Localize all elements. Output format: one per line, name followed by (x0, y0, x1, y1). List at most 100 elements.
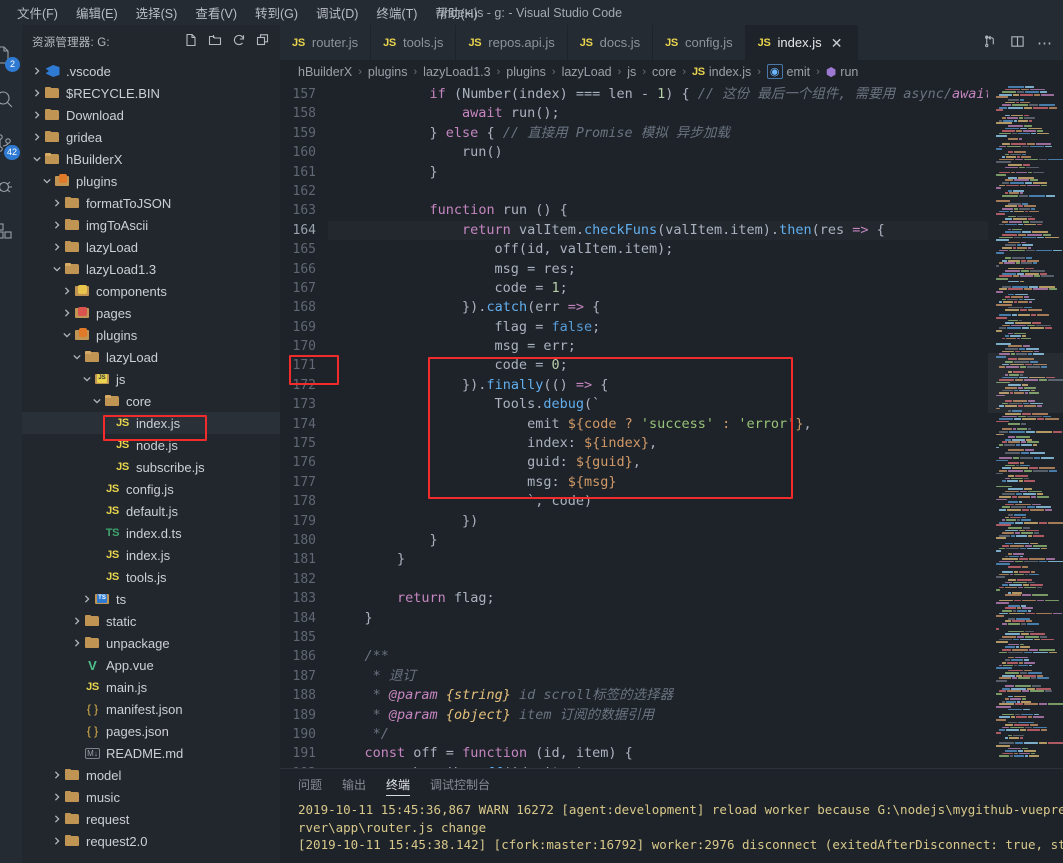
breadcrumb[interactable]: hBuilderX › plugins › lazyLoad1.3 › plugins › la… (280, 60, 1063, 83)
tree-item-.vscode[interactable]: .vscode (22, 60, 280, 82)
tree-item-download[interactable]: Download (22, 104, 280, 126)
editor-tab-config-js[interactable]: JS config.js (653, 25, 746, 60)
activity-source-control-icon[interactable]: 42 (0, 121, 22, 165)
code-line-191[interactable]: const off = function (id, item) { (328, 744, 988, 763)
panel-tab-3[interactable]: 调试控制台 (430, 769, 490, 799)
activity-search-icon[interactable] (0, 77, 22, 121)
code-line-170[interactable]: msg = err; (328, 337, 988, 356)
tree-item-plugins[interactable]: plugins (22, 170, 280, 192)
tree-item-static[interactable]: static (22, 610, 280, 632)
code-line-163[interactable]: function run () { (328, 201, 988, 220)
tree-item-pages[interactable]: pages (22, 302, 280, 324)
breadcrumb-item-hBuilderX[interactable]: hBuilderX (298, 65, 352, 79)
chevron-right-icon[interactable] (50, 808, 63, 830)
code-content[interactable]: if (Number(index) === len - 1) { // 这份 最… (328, 83, 988, 768)
code-line-166[interactable]: msg = res; (328, 260, 988, 279)
code-line-190[interactable]: */ (328, 725, 988, 744)
tree-item-manifest.json[interactable]: { } manifest.json (22, 698, 280, 720)
refresh-icon[interactable] (232, 33, 246, 50)
code-line-175[interactable]: index: ${index}, (328, 434, 988, 453)
code-line-171[interactable]: code = 0; (328, 356, 988, 375)
tree-item-request2.0[interactable]: request2.0 (22, 830, 280, 852)
tree-item-node.js[interactable]: JS node.js (22, 434, 280, 456)
tree-item-lazyload[interactable]: lazyLoad (22, 346, 280, 368)
breadcrumb-item-lazyLoad[interactable]: lazyLoad (562, 65, 612, 79)
panel-tab-0[interactable]: 问题 (298, 769, 322, 799)
code-line-162[interactable] (328, 182, 988, 201)
tree-item-subscribe.js[interactable]: JS subscribe.js (22, 456, 280, 478)
chevron-right-icon[interactable] (50, 192, 63, 214)
tree-item-ts[interactable]: ts (22, 588, 280, 610)
code-line-172[interactable]: }).finally(() => { (328, 376, 988, 395)
chevron-right-icon[interactable] (60, 302, 73, 324)
tree-item-imgtoascii[interactable]: imgToAscii (22, 214, 280, 236)
code-line-174[interactable]: emit ${code ? 'success' : 'error'}, (328, 415, 988, 434)
code-line-159[interactable]: } else { // 直接用 Promise 模拟 异步加载 (328, 124, 988, 143)
minimap[interactable] (988, 83, 1063, 768)
menu-item-2[interactable]: 选择(S) (127, 0, 187, 25)
menu-item-0[interactable]: 文件(F) (8, 0, 67, 25)
code-line-157[interactable]: if (Number(index) === len - 1) { // 这份 最… (328, 85, 988, 104)
panel-tab-1[interactable]: 输出 (342, 769, 366, 799)
tree-item--recycle.bin[interactable]: $RECYCLE.BIN (22, 82, 280, 104)
code-line-179[interactable]: }) (328, 512, 988, 531)
new-file-icon[interactable] (184, 33, 198, 50)
chevron-down-icon[interactable] (30, 148, 43, 170)
code-line-187[interactable]: * 退订 (328, 667, 988, 686)
tree-item-default.js[interactable]: JS default.js (22, 500, 280, 522)
tree-item-model[interactable]: model (22, 764, 280, 786)
code-line-173[interactable]: Tools.debug(` (328, 395, 988, 414)
editor-tab-docs-js[interactable]: JS docs.js (567, 25, 654, 60)
breadcrumb-item-run[interactable]: ⬢ run (826, 65, 859, 79)
code-line-165[interactable]: off(id, valItem.item); (328, 240, 988, 259)
chevron-right-icon[interactable] (30, 126, 43, 148)
code-line-184[interactable]: } (328, 609, 988, 628)
chevron-right-icon[interactable] (60, 280, 73, 302)
tree-item-hbuilderx[interactable]: hBuilderX (22, 148, 280, 170)
tree-item-pages.json[interactable]: { } pages.json (22, 720, 280, 742)
code-line-169[interactable]: flag = false; (328, 318, 988, 337)
minimap-slider[interactable] (988, 353, 1063, 413)
split-editor-right-icon[interactable] (1010, 34, 1025, 52)
code-line-192[interactable]: subscribe.off(id, item); (328, 764, 988, 768)
code-editor[interactable]: 157 158 159 160 161 162 163 164 165 166 167 168 169 1… (280, 83, 1063, 768)
chevron-right-icon[interactable] (30, 82, 43, 104)
code-line-158[interactable]: await run(); (328, 104, 988, 123)
breadcrumb-item-core[interactable]: core (652, 65, 676, 79)
tree-item-request[interactable]: request (22, 808, 280, 830)
code-line-176[interactable]: guid: ${guid}, (328, 453, 988, 472)
chevron-down-icon[interactable] (80, 368, 93, 390)
breadcrumb-item-emit[interactable]: ◉ emit (766, 64, 810, 79)
code-line-185[interactable] (328, 628, 988, 647)
tree-item-index.js[interactable]: JS index.js (22, 412, 280, 434)
breadcrumb-item-js[interactable]: js (627, 65, 636, 79)
menu-item-1[interactable]: 编辑(E) (67, 0, 127, 25)
collapse-all-icon[interactable] (256, 33, 270, 50)
close-icon[interactable]: ✕ (829, 36, 845, 50)
chevron-right-icon[interactable] (70, 632, 83, 654)
chevron-down-icon[interactable] (40, 170, 53, 192)
code-line-182[interactable] (328, 570, 988, 589)
chevron-right-icon[interactable] (30, 60, 43, 82)
chevron-down-icon[interactable] (90, 390, 103, 412)
editor-tab-router-js[interactable]: JS router.js (280, 25, 372, 60)
editor-tabs[interactable]: JS router.js JS tools.js JS repos.api.js JS doc… (280, 25, 973, 60)
code-line-188[interactable]: * @param {string} id scroll标签的选择器 (328, 686, 988, 705)
code-line-161[interactable]: } (328, 163, 988, 182)
chevron-right-icon[interactable] (50, 236, 63, 258)
breadcrumb-item-plugins[interactable]: plugins (506, 65, 546, 79)
code-line-178[interactable]: `, code) (328, 492, 988, 511)
chevron-right-icon[interactable] (50, 786, 63, 808)
menu-item-4[interactable]: 转到(G) (246, 0, 307, 25)
menu-item-5[interactable]: 调试(D) (307, 0, 367, 25)
editor-tab-tools-js[interactable]: JS tools.js (371, 25, 457, 60)
chevron-down-icon[interactable] (60, 324, 73, 346)
tree-item-formattojson[interactable]: formatToJSON (22, 192, 280, 214)
tree-item-config.js[interactable]: JS config.js (22, 478, 280, 500)
tree-item-music[interactable]: music (22, 786, 280, 808)
tree-item-core[interactable]: core (22, 390, 280, 412)
chevron-down-icon[interactable] (70, 346, 83, 368)
chevron-right-icon[interactable] (80, 588, 93, 610)
tree-item-tools.js[interactable]: JS tools.js (22, 566, 280, 588)
new-folder-icon[interactable] (208, 33, 222, 50)
